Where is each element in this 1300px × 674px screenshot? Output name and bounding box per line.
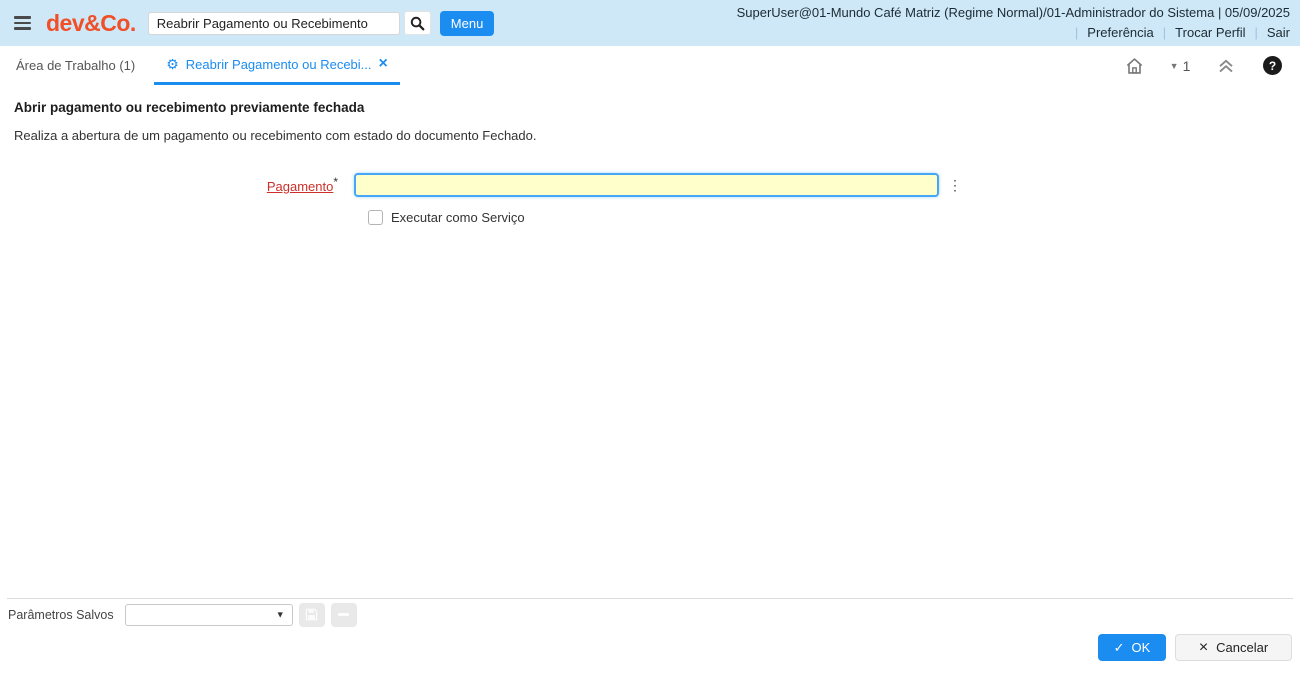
preferences-link[interactable]: Preferência xyxy=(1087,23,1153,43)
tab-close-icon[interactable]: × xyxy=(379,56,388,72)
process-gear-icon: ⚙ xyxy=(166,56,179,72)
link-separator: | xyxy=(1254,25,1258,40)
menu-button[interactable]: Menu xyxy=(439,10,495,36)
tab-active-process[interactable]: ⚙ Reabrir Pagamento ou Recebi... × xyxy=(154,46,400,85)
cancel-button[interactable]: × Cancelar xyxy=(1175,634,1292,661)
pagamento-label-cell: Pagamento* xyxy=(14,173,338,196)
saved-parameters-label: Parâmetros Salvos xyxy=(8,607,114,622)
change-role-link[interactable]: Trocar Perfil xyxy=(1175,23,1245,43)
double-chevron-up-icon xyxy=(1219,59,1233,72)
caret-down-icon: ▼ xyxy=(1169,60,1179,71)
pagamento-input[interactable] xyxy=(354,173,939,197)
session-user-info: SuperUser@01-Mundo Café Matriz (Regime N… xyxy=(736,5,1290,20)
close-icon: × xyxy=(1198,638,1209,656)
run-as-service-label: Executar como Serviço xyxy=(391,210,525,225)
collapse-header-button[interactable] xyxy=(1203,58,1249,74)
top-header: dev&Co. Menu SuperUser@01-Mundo Café Mat… xyxy=(0,0,1300,46)
home-button[interactable] xyxy=(1111,57,1157,75)
home-icon xyxy=(1126,57,1142,74)
check-icon: ✓ xyxy=(1113,640,1125,655)
global-search-input[interactable] xyxy=(147,11,400,35)
save-parameters-button[interactable] xyxy=(298,602,325,627)
minus-icon xyxy=(338,613,350,616)
link-separator: | xyxy=(1074,25,1079,40)
tab-bar: Área de Trabalho (1) ⚙ Reabrir Pagamento… xyxy=(0,46,1300,85)
session-info-block: SuperUser@01-Mundo Café Matriz (Regime N… xyxy=(737,3,1290,43)
saved-parameters-combobox[interactable]: ▼ xyxy=(124,603,293,626)
pagamento-field-label[interactable]: Pagamento xyxy=(267,179,334,194)
logout-link[interactable]: Sair xyxy=(1267,23,1290,43)
run-as-service-checkbox[interactable] xyxy=(368,210,383,225)
search-button[interactable] xyxy=(403,11,431,35)
required-marker: * xyxy=(333,175,338,189)
pagamento-form-row: Pagamento* ⋮ xyxy=(14,173,1286,197)
app-logo: dev&Co. xyxy=(46,9,136,36)
more-options-icon[interactable]: ⋮ xyxy=(948,178,962,192)
ok-button[interactable]: ✓ OK xyxy=(1098,634,1166,661)
open-windows-count: 1 xyxy=(1182,57,1191,74)
ok-button-label: OK xyxy=(1131,640,1151,655)
hamburger-menu-icon[interactable] xyxy=(14,16,31,30)
active-tab-label: Reabrir Pagamento ou Recebi... xyxy=(185,56,372,72)
link-separator: | xyxy=(1162,25,1167,40)
process-description: Realiza a abertura de um pagamento ou re… xyxy=(14,128,537,143)
combobox-caret-icon[interactable]: ▼ xyxy=(276,609,285,619)
saved-parameters-row: Parâmetros Salvos ▼ xyxy=(0,599,1300,630)
process-footer: Parâmetros Salvos ▼ ✓ OK × Cancelar xyxy=(0,598,1300,674)
delete-parameters-button[interactable] xyxy=(330,602,357,627)
save-icon xyxy=(305,608,318,621)
process-panel: Abrir pagamento ou recebimento previamen… xyxy=(0,100,1300,225)
tabbar-actions: ▼ 1 ? xyxy=(1111,46,1286,85)
search-icon xyxy=(410,16,425,30)
tab-workspace[interactable]: Área de Trabalho (1) xyxy=(14,46,137,85)
help-button[interactable]: ? xyxy=(1263,56,1282,75)
cancel-button-label: Cancelar xyxy=(1216,640,1269,655)
run-as-service-row: Executar como Serviço xyxy=(368,210,1286,225)
process-title: Abrir pagamento ou recebimento previamen… xyxy=(14,100,365,115)
dialog-actions: ✓ OK × Cancelar xyxy=(0,630,1300,674)
open-windows-selector[interactable]: ▼ 1 xyxy=(1157,58,1203,74)
pagamento-field-cell: ⋮ xyxy=(354,173,962,197)
